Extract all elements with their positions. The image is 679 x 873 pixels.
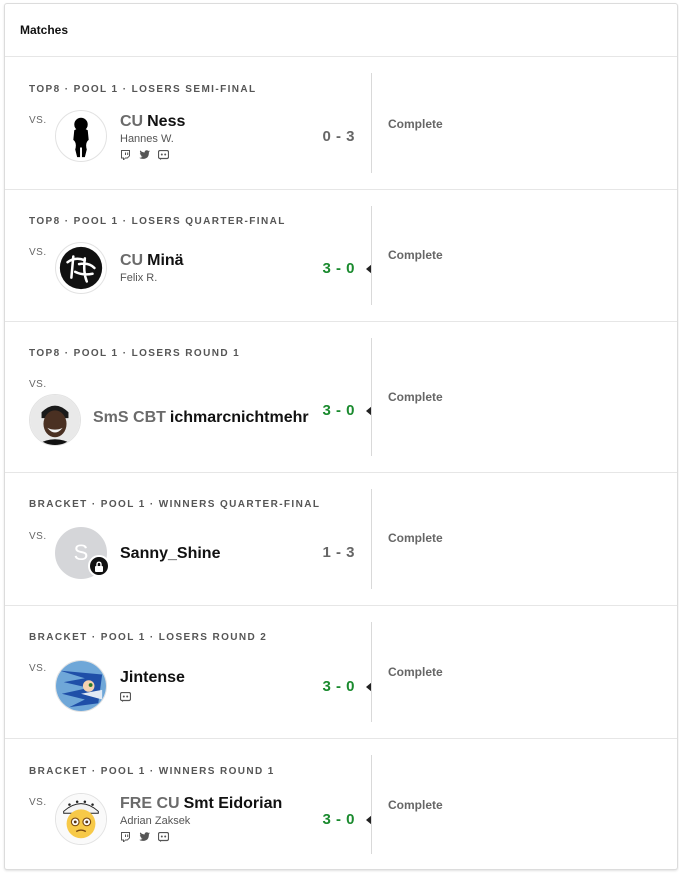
match-status: Complete [388, 248, 443, 262]
social-links [120, 150, 185, 160]
vs-label: VS. [29, 379, 47, 390]
match-divider [371, 73, 372, 173]
twitter-icon[interactable] [139, 832, 150, 842]
match-divider [371, 755, 372, 854]
match-score: 0 - 3 [322, 128, 355, 145]
team-prefix: FRE CU [120, 795, 180, 812]
vs-label: VS. [29, 531, 47, 542]
match-row[interactable]: TOP8 · POOL 1 · LOSERS SEMI-FINAL VS. CU… [5, 57, 677, 190]
round-label: BRACKET · POOL 1 · LOSERS ROUND 2 [29, 632, 268, 643]
match-divider [371, 338, 372, 456]
twitch-icon[interactable] [120, 150, 131, 160]
social-links [120, 832, 282, 842]
match-score: 3 - 0 [322, 678, 355, 695]
match-status: Complete [388, 390, 443, 404]
round-label: TOP8 · POOL 1 · LOSERS QUARTER-FINAL [29, 216, 286, 227]
vs-label: VS. [29, 663, 47, 674]
gamer-tag: Smt Eidorian [183, 795, 283, 812]
match-score: 3 - 0 [322, 811, 355, 828]
card-title: Matches [20, 23, 69, 37]
round-label: BRACKET · POOL 1 · WINNERS ROUND 1 [29, 766, 275, 777]
match-status: Complete [388, 798, 443, 812]
discord-icon[interactable] [158, 832, 169, 842]
match-status: Complete [388, 117, 443, 131]
twitch-icon[interactable] [120, 832, 131, 842]
discord-icon[interactable] [158, 150, 169, 160]
match-divider [371, 489, 372, 589]
match-status: Complete [388, 531, 443, 545]
vs-label: VS. [29, 247, 47, 258]
match-score: 1 - 3 [322, 544, 355, 561]
round-label: TOP8 · POOL 1 · LOSERS SEMI-FINAL [29, 84, 257, 95]
vs-label: VS. [29, 115, 47, 126]
round-label: BRACKET · POOL 1 · WINNERS QUARTER-FINAL [29, 499, 321, 510]
match-status: Complete [388, 665, 443, 679]
match-score: 3 - 0 [322, 402, 355, 419]
match-row[interactable]: BRACKET · POOL 1 · LOSERS ROUND 2 VS. Ji… [5, 606, 677, 739]
vs-label: VS. [29, 797, 47, 808]
twitter-icon[interactable] [139, 150, 150, 160]
match-row[interactable]: BRACKET · POOL 1 · WINNERS QUARTER-FINAL… [5, 473, 677, 606]
match-row[interactable]: BRACKET · POOL 1 · WINNERS ROUND 1 VS. F… [5, 739, 677, 870]
match-row[interactable]: TOP8 · POOL 1 · LOSERS QUARTER-FINAL VS.… [5, 190, 677, 322]
match-divider [371, 206, 372, 305]
round-label: TOP8 · POOL 1 · LOSERS ROUND 1 [29, 348, 241, 359]
matches-card: Matches TOP8 · POOL 1 · LOSERS SEMI-FINA… [4, 3, 678, 870]
match-row[interactable]: TOP8 · POOL 1 · LOSERS ROUND 1 VS. SmS C… [5, 322, 677, 473]
match-divider [371, 622, 372, 722]
card-header: Matches [5, 4, 677, 57]
match-score: 3 - 0 [322, 260, 355, 277]
